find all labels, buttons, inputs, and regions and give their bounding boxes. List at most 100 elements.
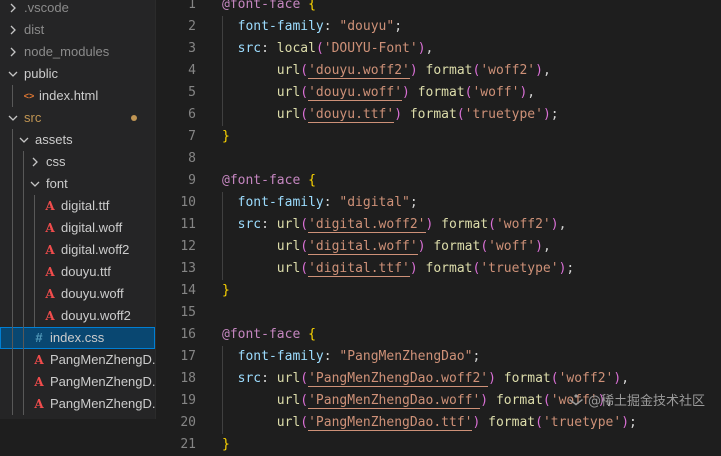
code-line[interactable]: } [222, 434, 230, 456]
line-number: 20 [180, 415, 196, 430]
explorer-item-label: src [24, 110, 42, 125]
code-token: 'truetype' [464, 107, 543, 122]
code-token: ( [300, 371, 309, 386]
code-token: ) [417, 239, 426, 254]
code-line[interactable]: src: url('PangMenZhengDao.woff2') format… [222, 368, 629, 390]
code-token: ( [542, 393, 551, 408]
line-number: 4 [188, 63, 196, 78]
chevron-right-icon [28, 151, 42, 173]
code-line[interactable]: font-family: "digital"; [222, 192, 418, 214]
code-token: ( [315, 41, 324, 56]
chevron-right-icon [6, 41, 20, 63]
css-file-icon: # [35, 330, 43, 345]
code-line[interactable]: @font-face { [222, 170, 316, 192]
line-number: 14 [180, 283, 196, 298]
line-number: 10 [180, 195, 196, 210]
chevron-right-icon [6, 0, 20, 19]
line-number: 11 [180, 217, 196, 232]
code-line[interactable]: src: local('DOUYU-Font'), [222, 38, 434, 60]
code-token: 'woff2' [558, 371, 614, 386]
explorer-item[interactable]: .vscode [0, 0, 155, 19]
code-token: ) [417, 41, 426, 56]
code-line[interactable]: font-family: "douyu"; [222, 16, 402, 38]
code-token: "douyu" [339, 19, 395, 34]
code-token: 'truetype' [480, 261, 559, 276]
line-number: 5 [188, 85, 196, 100]
code-token: 'truetype' [542, 415, 622, 430]
code-token: url [276, 371, 301, 386]
code-indent-guide [222, 192, 223, 280]
code-line[interactable]: url('digital.woff') format('woff'), [222, 236, 551, 258]
code-token: ( [550, 371, 559, 386]
code-token: ; [550, 107, 559, 122]
code-token: } [222, 283, 230, 298]
code-token: @font-face [222, 327, 301, 342]
line-number: 21 [180, 437, 196, 452]
line-number: 1 [188, 0, 196, 12]
code-token: ) [550, 217, 559, 232]
code-line[interactable]: url('douyu.woff') format('woff'), [222, 82, 535, 104]
explorer-item[interactable]: dist [0, 19, 155, 41]
code-token: { [308, 327, 316, 342]
code-token: ) [621, 415, 630, 430]
code-token: url [276, 415, 301, 430]
code-line[interactable]: @font-face { [222, 324, 316, 346]
tree-indent-guide [12, 129, 13, 415]
code-token: src [237, 217, 262, 232]
line-number: 7 [188, 129, 196, 144]
code-line[interactable]: url('douyu.ttf') format('truetype'); [222, 104, 559, 126]
line-number: 12 [180, 239, 196, 254]
code-token: ; [409, 195, 418, 210]
code-token: , [621, 371, 630, 386]
font-file-icon: A [45, 243, 55, 257]
code-token: 'douyu.woff2' [308, 63, 410, 79]
code-line[interactable]: url('douyu.woff2') format('woff2'), [222, 60, 551, 82]
code-line[interactable]: url('PangMenZhengDao.woff') format('woff… [222, 390, 613, 412]
font-file-icon: A [45, 309, 55, 323]
code-line[interactable]: src: url('digital.woff2') format('woff2'… [222, 214, 566, 236]
explorer-item-label: digital.woff2 [61, 242, 130, 257]
code-token: ) [542, 107, 551, 122]
explorer-item[interactable]: <> index.html [0, 85, 155, 107]
watermark-text: @稀土掘金技术社区 [587, 394, 705, 409]
code-editor[interactable]: 1 @font-face {2 font-family: "douyu"; 3 sr… [156, 0, 721, 452]
explorer-sidebar: .vscode dist node_modules public <> index.htm… [0, 0, 155, 419]
code-token: "PangMenZhengDao" [339, 349, 473, 364]
code-line[interactable]: url('digital.ttf') format('truetype'); [222, 258, 574, 280]
code-token: "digital" [339, 195, 410, 210]
line-number: 15 [180, 305, 196, 320]
code-token: 'woff' [488, 239, 536, 254]
code-token: ) [535, 63, 543, 78]
code-token: { [308, 0, 316, 12]
code-token: ( [488, 217, 496, 232]
code-token: 'woff' [472, 85, 520, 100]
explorer-item[interactable]: public [0, 63, 155, 85]
code-token: ( [300, 217, 309, 232]
code-line[interactable]: } [222, 126, 230, 148]
code-line[interactable]: font-family: "PangMenZhengDao"; [222, 346, 481, 368]
explorer-item[interactable]: node_modules [0, 41, 155, 63]
explorer-item-label: .vscode [24, 0, 69, 15]
code-token: format [425, 63, 473, 78]
code-token: format [409, 107, 457, 122]
font-file-icon: A [45, 287, 55, 301]
explorer-item-label: dist [24, 22, 45, 37]
explorer-item-label: index.html [39, 88, 99, 103]
code-token: , [542, 239, 551, 254]
explorer-item[interactable]: src [0, 107, 155, 129]
code-line[interactable]: url('PangMenZhengDao.ttf') format('truet… [222, 412, 637, 434]
code-token: ( [300, 107, 309, 122]
explorer-item-label: douyu.woff2 [61, 308, 131, 323]
line-number: 18 [180, 371, 196, 386]
explorer-item[interactable]: assets [0, 129, 155, 151]
code-token: : [261, 41, 277, 56]
code-line[interactable]: @font-face { [222, 0, 316, 16]
code-line[interactable]: } [222, 280, 230, 302]
